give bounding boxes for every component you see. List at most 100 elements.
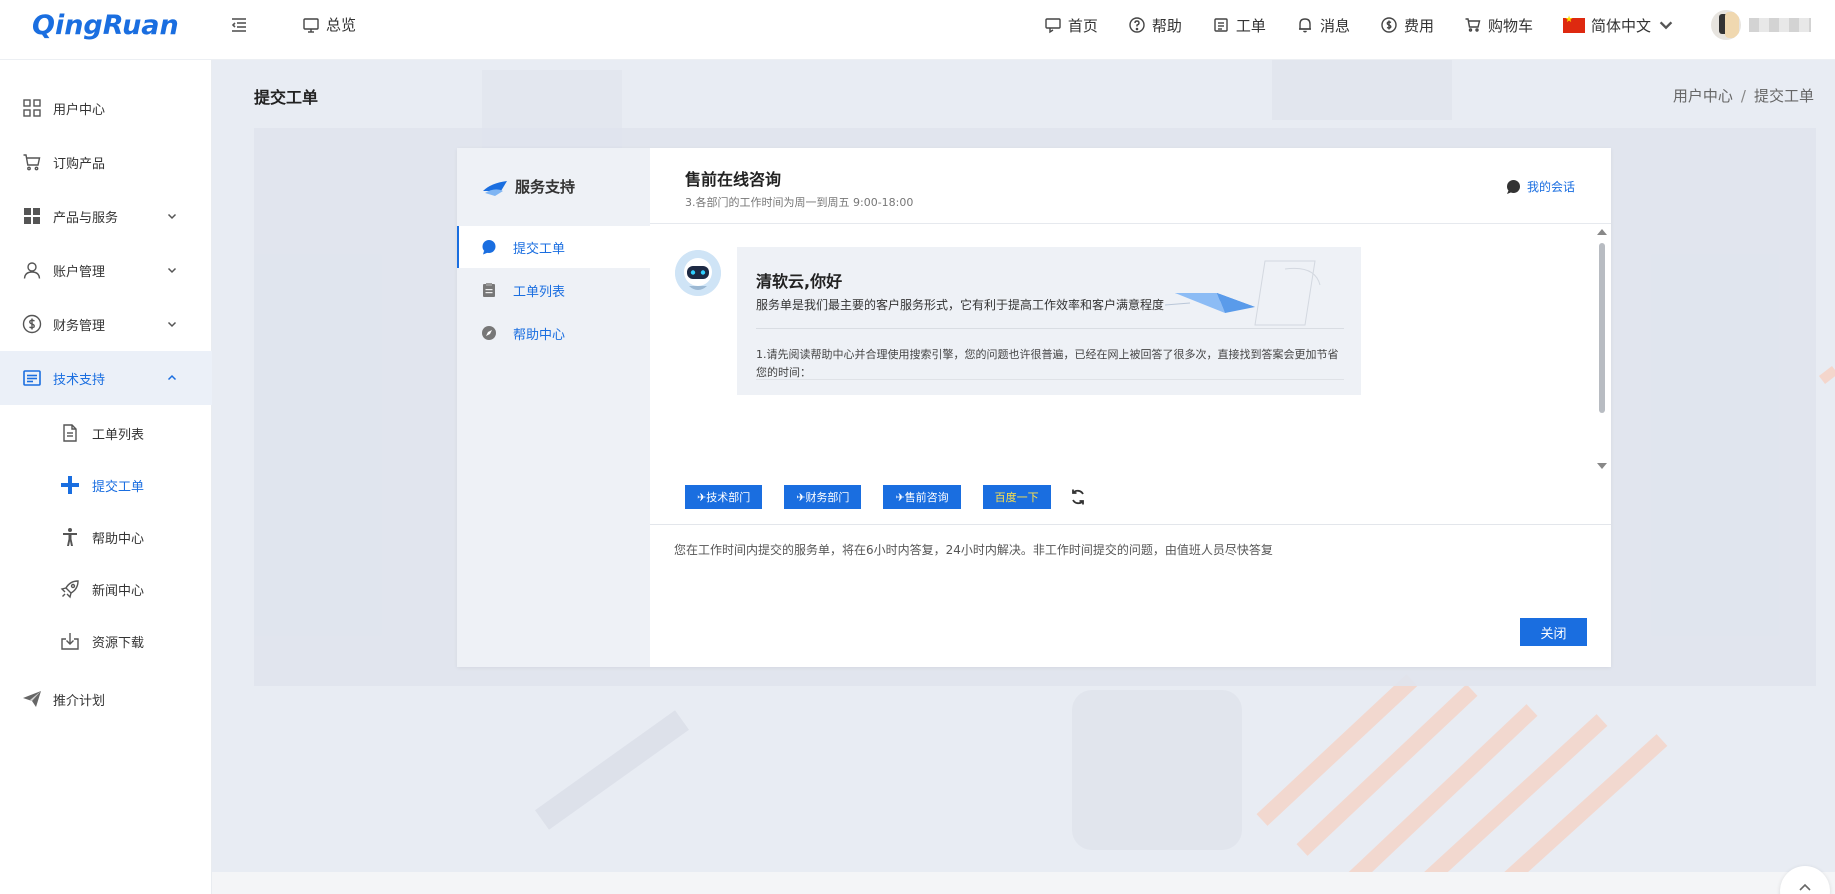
logo[interactable]: QingRuan: [32, 10, 179, 41]
dollar-icon: [1381, 17, 1397, 33]
nav-message-label: 消息: [1319, 16, 1350, 35]
scroll-thumb[interactable]: [1599, 243, 1605, 413]
chevron-down-icon: [167, 267, 177, 274]
baidu-button[interactable]: 百度一下: [982, 485, 1051, 509]
china-flag-icon: [1562, 15, 1585, 33]
chat-icon: [482, 240, 496, 255]
sidebar-item-label: 推介计划: [53, 693, 106, 709]
sidebar-item-finance[interactable]: 财务管理: [0, 297, 212, 351]
overview-label: 总览: [326, 16, 357, 34]
send-icon: [23, 691, 41, 707]
sidebar-sub-submit-ticket[interactable]: 提交工单: [0, 459, 212, 511]
scroll-down-arrow-icon[interactable]: [1597, 463, 1607, 469]
tech-department-button[interactable]: ✈ 技术部门: [685, 485, 763, 509]
panel-header: 售前在线咨询 3.各部门的工作时间为周一到周五 9:00-18:00 我的会话: [650, 148, 1611, 224]
nav-home[interactable]: 首页: [1044, 15, 1098, 36]
panel-item-label: 工单列表: [513, 284, 566, 300]
send-icon: ✈: [895, 491, 905, 504]
nav-message[interactable]: 消息: [1296, 15, 1350, 36]
robot-avatar-icon: [675, 250, 721, 296]
my-chat-link[interactable]: 我的会话: [1505, 178, 1575, 195]
sidebar-item-label: 产品与服务: [53, 210, 119, 226]
nav-fee[interactable]: 费用: [1380, 15, 1434, 36]
sidebar-item-referral[interactable]: 推介计划: [0, 672, 212, 726]
panel-sidebar: 服务支持 提交工单 工单列表 帮助中心: [457, 148, 650, 667]
sidebar-sub-news-center[interactable]: 新闻中心: [0, 563, 212, 615]
finance-department-button[interactable]: ✈ 财务部门: [784, 485, 862, 509]
file-icon: [63, 424, 77, 442]
service-support-label: 服务支持: [515, 178, 576, 196]
compass-icon: [482, 326, 496, 340]
top-nav: 首页 帮助 工单 消息 费用 购物车 简体中文: [1044, 0, 1835, 50]
sidebar-item-label: 订购产品: [53, 156, 106, 172]
send-icon: ✈: [796, 491, 806, 504]
sidebar-item-label: 帮助中心: [92, 531, 145, 547]
plus-icon: [61, 476, 79, 494]
greeting-text: 清软云,你好: [756, 272, 843, 291]
tech-department-label: 技术部门: [706, 492, 751, 504]
nav-cart-label: 购物车: [1487, 16, 1533, 35]
breadcrumb-current: 提交工单: [1753, 87, 1814, 105]
chat-scrollbar[interactable]: [1597, 229, 1607, 469]
sidebar-item-tech-support[interactable]: 技术支持: [0, 351, 212, 405]
sidebar-item-account[interactable]: 账户管理: [0, 243, 212, 297]
cloud-logo-icon: [483, 180, 507, 196]
chevron-down-icon: [167, 321, 177, 328]
consult-title: 售前在线咨询: [685, 170, 782, 189]
panel-content: 售前在线咨询 3.各部门的工作时间为周一到周五 9:00-18:00 我的会话: [650, 148, 1611, 667]
breadcrumb-user-center[interactable]: 用户中心: [1673, 87, 1733, 105]
chat-area: 清软云,你好 服务单是我们最主要的客户服务形式，它有利于提高工作效率和客户满意程…: [650, 225, 1611, 472]
language-label: 简体中文: [1590, 16, 1651, 35]
nav-ticket[interactable]: 工单: [1212, 15, 1266, 36]
quick-actions: ✈ 技术部门 ✈ 财务部门 ✈ 售前咨询 百度一下: [685, 485, 1087, 509]
language-select[interactable]: 简体中文: [1562, 15, 1675, 36]
paper-plane-illustration: [1165, 260, 1321, 326]
sidebar-item-label: 技术支持: [53, 372, 106, 388]
help-icon: [1129, 17, 1145, 33]
response-time-notice: 您在工作时间内提交的服务单，将在6小时内答复，24小时内解决。非工作时间提交的问…: [674, 543, 1273, 557]
sidebar-sub-downloads[interactable]: 资源下载: [0, 615, 212, 667]
scroll-up-arrow-icon[interactable]: [1597, 229, 1607, 235]
user-avatar[interactable]: [1711, 10, 1741, 40]
breadcrumb-separator: /: [1740, 87, 1746, 105]
overview-link[interactable]: 总览: [302, 14, 356, 35]
username-blurred[interactable]: [1749, 18, 1811, 32]
footer-strip: [212, 872, 1835, 894]
sidebar-item-label: 资源下载: [92, 635, 145, 651]
sidebar-item-products-services[interactable]: 产品与服务: [0, 189, 212, 243]
panel-item-submit-ticket[interactable]: 提交工单: [457, 226, 650, 268]
sidebar-item-order-product[interactable]: 订购产品: [0, 135, 212, 189]
panel-item-label: 提交工单: [513, 241, 566, 257]
chevron-up-icon: [167, 374, 177, 381]
refresh-icon[interactable]: [1069, 488, 1087, 506]
sidebar: 用户中心 订购产品 产品与服务 账户管理 财务管理 技术支持 工单列表 提交工单…: [0, 60, 212, 894]
chevron-down-icon: [167, 213, 177, 220]
service-panel: 服务支持 提交工单 工单列表 帮助中心 售前在线咨询 3.各部门的工作时间为周一…: [457, 148, 1611, 667]
finance-department-label: 财务部门: [805, 492, 850, 504]
sidebar-item-user-center[interactable]: 用户中心: [0, 81, 212, 135]
send-icon: ✈: [697, 491, 707, 504]
nav-help[interactable]: 帮助: [1128, 15, 1182, 36]
page-title: 提交工单: [254, 88, 319, 107]
sidebar-sub-ticket-list[interactable]: 工单列表: [0, 407, 212, 459]
divider: [650, 524, 1611, 525]
presales-consult-button[interactable]: ✈ 售前咨询: [883, 485, 961, 509]
nav-cart[interactable]: 购物车: [1464, 15, 1533, 36]
home-icon: [1045, 18, 1061, 34]
divider: [756, 379, 1344, 380]
user-icon: [23, 262, 41, 279]
nav-home-label: 首页: [1067, 16, 1098, 35]
panel-item-help-center[interactable]: 帮助中心: [457, 312, 650, 354]
sidebar-sub-help-center[interactable]: 帮助中心: [0, 511, 212, 563]
divider: [756, 328, 1344, 329]
menu-collapse-icon[interactable]: [230, 16, 248, 34]
sidebar-item-label: 新闻中心: [92, 583, 145, 599]
breadcrumb: 用户中心 / 提交工单: [1673, 85, 1814, 106]
close-button[interactable]: 关闭: [1520, 618, 1587, 646]
panel-item-ticket-list[interactable]: 工单列表: [457, 269, 650, 311]
sidebar-item-label: 财务管理: [53, 318, 106, 334]
nav-fee-label: 费用: [1403, 16, 1434, 35]
bell-icon: [1298, 18, 1311, 33]
help-note: 1.请先阅读帮助中心并合理使用搜索引擎，您的问题也许很普遍，已经在网上被回答了很…: [756, 348, 1339, 379]
service-support-title: 服务支持: [481, 176, 575, 197]
